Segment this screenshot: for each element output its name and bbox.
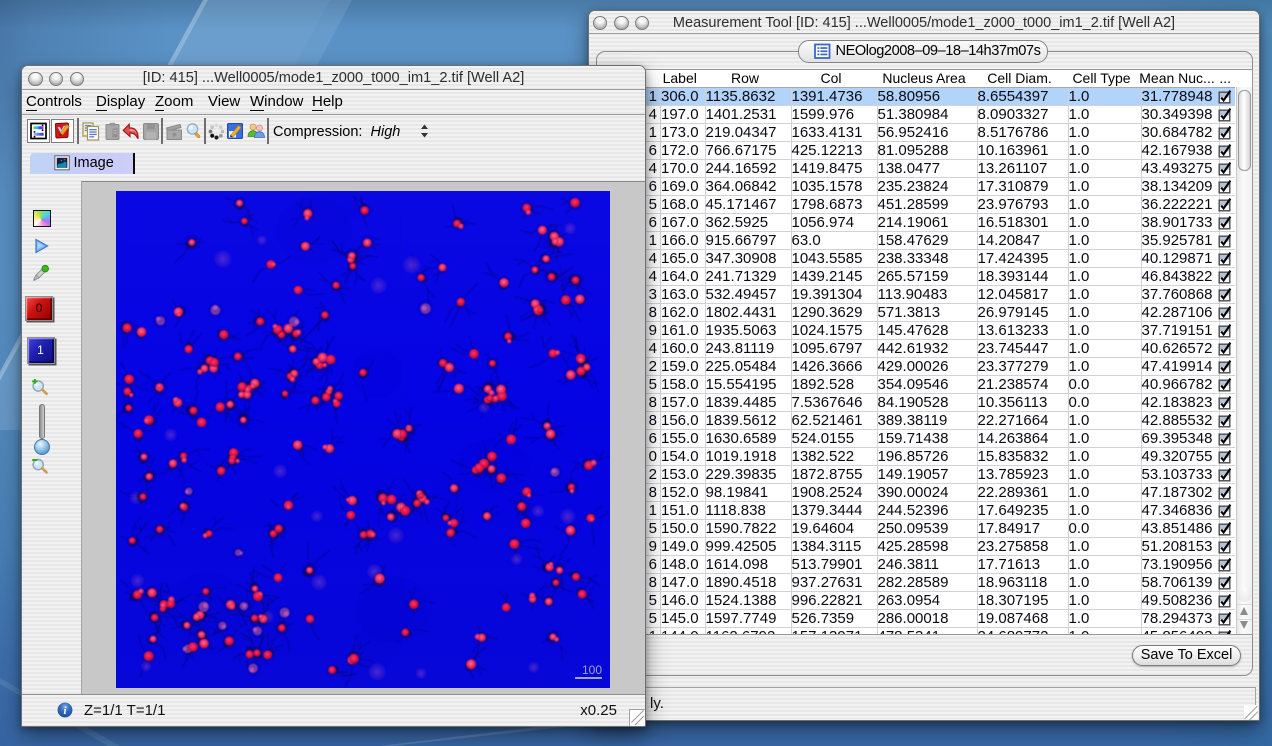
svg-text:100: 100 <box>582 663 602 677</box>
